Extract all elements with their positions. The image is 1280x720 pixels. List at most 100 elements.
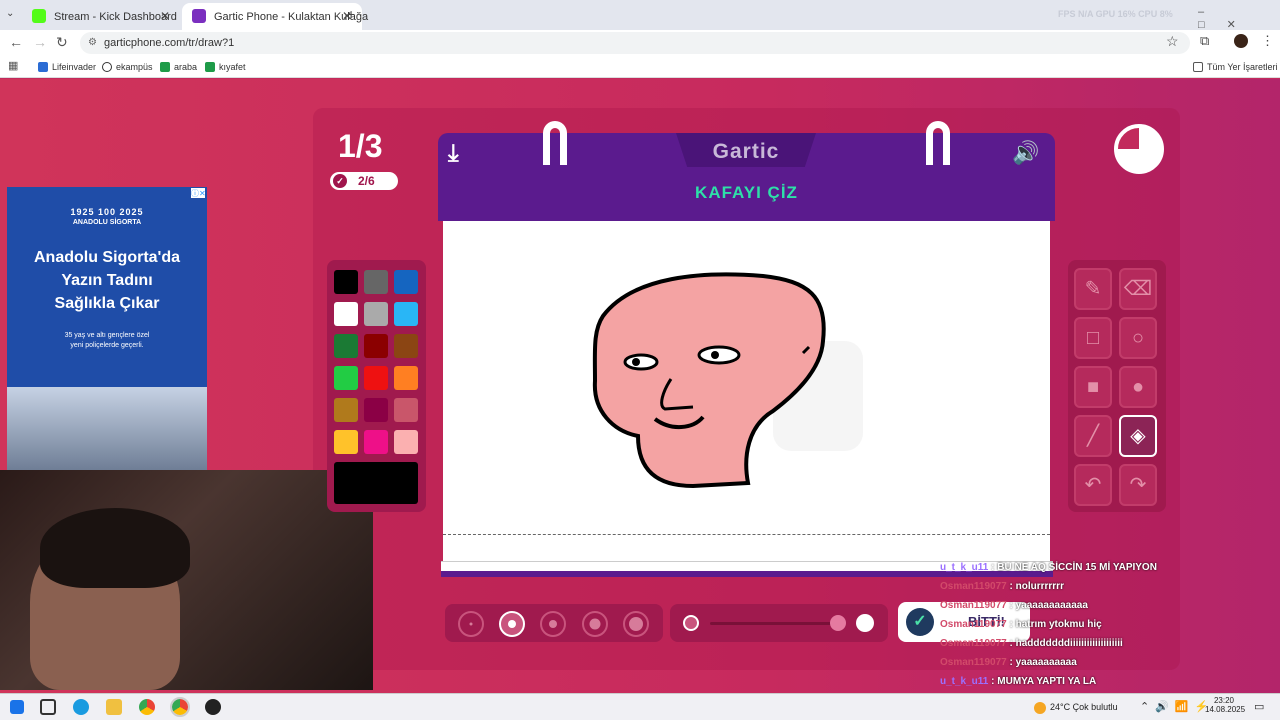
star-icon[interactable]: ☆ [1166, 33, 1179, 50]
ad-headline-line: Sağlıkla Çıkar [54, 295, 160, 312]
check-icon: ✓ [333, 174, 347, 188]
tab-gartic[interactable]: Gartic Phone - Kulaktan Kulağa ✕ [182, 3, 368, 30]
window-controls[interactable]: –□✕ [1198, 6, 1280, 31]
notification-icon[interactable]: ▭ [1254, 700, 1264, 713]
explorer-icon[interactable] [106, 699, 122, 715]
gartic-favicon-icon [192, 9, 206, 23]
webcam-overlay [0, 470, 373, 690]
tray-icons[interactable]: ⌃🔊📶⚡ [1140, 700, 1214, 713]
opacity-slider[interactable] [670, 604, 888, 642]
chat-separator: : [1006, 600, 1016, 611]
bookmark-item[interactable]: ekampüs [102, 60, 153, 74]
chrome-icon[interactable] [139, 699, 155, 715]
ad-sub-line: yeni poliçelerde geçerli. [70, 342, 144, 349]
ad-headline-line: Anadolu Sigorta'da [33, 249, 181, 266]
ad-headline: Anadolu Sigorta'da Yazın Tadını Sağlıkla… [7, 246, 207, 315]
color-swatch[interactable] [394, 430, 418, 454]
start-icon[interactable] [10, 700, 24, 714]
new-tab-icon[interactable]: + [347, 6, 355, 22]
volume-icon[interactable]: 🔊 [1012, 140, 1039, 166]
color-swatch[interactable] [334, 302, 358, 326]
filled-ellipse-tool[interactable]: ● [1119, 366, 1157, 408]
forward-icon[interactable]: → [33, 34, 47, 50]
color-swatch[interactable] [364, 366, 388, 390]
color-swatch[interactable] [334, 334, 358, 358]
tab-search-icon[interactable]: ⌄ [6, 8, 14, 19]
eraser-tool[interactable]: ⌫ [1119, 268, 1157, 310]
pencil-tool[interactable]: ✎ [1074, 268, 1112, 310]
chat-text: MUMYA YAPTI YA LA [997, 676, 1097, 687]
clock-date: 14.08.2025 [1205, 705, 1246, 714]
color-swatch[interactable] [394, 334, 418, 358]
download-icon[interactable]: ⤓ [448, 140, 459, 168]
chat-username: Osman119077 [940, 581, 1007, 592]
weather-text[interactable]: 24°C Çok bulutlu [1050, 702, 1118, 712]
edge-icon[interactable] [73, 699, 89, 715]
chat-username: Osman119077 [940, 657, 1007, 668]
color-swatch[interactable] [334, 398, 358, 422]
task-view-icon[interactable] [40, 699, 56, 715]
color-swatch[interactable] [334, 270, 358, 294]
address-bar[interactable]: ⚙ garticphone.com/tr/draw?1 [80, 32, 1190, 54]
extensions-icon[interactable]: ⧉ [1200, 33, 1209, 49]
bookmark-item[interactable]: araba [160, 60, 197, 74]
clock[interactable]: 23:20 14.08.2025 [1205, 696, 1246, 714]
bookmark-label: ekampüs [116, 62, 153, 72]
round-counter: 1/3 [338, 128, 383, 164]
menu-icon[interactable]: ⋮ [1261, 33, 1274, 49]
brush-size-3[interactable] [540, 611, 566, 637]
chat-message: Osman119077 : yaaaaaaaaaaaa [940, 596, 1280, 615]
color-swatch[interactable] [364, 270, 388, 294]
brush-size-5[interactable] [623, 611, 649, 637]
avatar[interactable] [1234, 34, 1248, 48]
tab-kick[interactable]: Stream - Kick Dashboard ✕ [22, 3, 180, 30]
apps-icon[interactable]: ▦ [8, 59, 18, 72]
color-swatch[interactable] [364, 430, 388, 454]
color-swatch[interactable] [394, 302, 418, 326]
all-bookmarks[interactable]: Tüm Yer İşaretleri [1193, 60, 1278, 74]
color-swatch[interactable] [394, 366, 418, 390]
color-swatch[interactable] [394, 270, 418, 294]
redo-tool[interactable]: ↷ [1119, 464, 1157, 506]
filled-rect-tool[interactable]: ■ [1074, 366, 1112, 408]
brush-size-4[interactable] [582, 611, 608, 637]
slider-thumb[interactable] [830, 615, 846, 631]
rectangle-tool[interactable]: □ [1074, 317, 1112, 359]
chat-message: Osman119077 : yaaaaaaaaaa [940, 653, 1280, 672]
color-swatch[interactable] [364, 334, 388, 358]
color-swatch[interactable] [334, 366, 358, 390]
reload-icon[interactable]: ↻ [56, 34, 68, 51]
site-info-icon[interactable]: ⚙ [88, 32, 97, 54]
ellipse-tool[interactable]: ○ [1119, 317, 1157, 359]
drawing [592, 272, 863, 489]
advertisement[interactable]: 1925 100 2025 ANADOLU SİGORTA Anadolu Si… [7, 187, 207, 470]
bookmark-icon [102, 62, 112, 72]
chrome-active-icon[interactable] [170, 697, 190, 717]
line-tool[interactable]: ╱ [1074, 415, 1112, 457]
ad-close-icon[interactable]: ⓘ✕ [191, 188, 206, 198]
fill-bucket-tool[interactable]: ◈ [1119, 415, 1157, 457]
slider-track[interactable] [710, 622, 838, 625]
ad-headline-line: Yazın Tadını [61, 272, 153, 289]
color-swatch[interactable] [364, 302, 388, 326]
brush-size-2[interactable] [499, 611, 525, 637]
close-icon[interactable]: ✕ [160, 9, 170, 23]
bookmark-item[interactable]: kıyafet [205, 60, 246, 74]
color-swatch[interactable] [334, 430, 358, 454]
notebook-ring [543, 121, 567, 165]
back-icon[interactable]: ← [9, 34, 23, 50]
obs-icon[interactable] [205, 699, 221, 715]
players-done-text: 2/6 [358, 174, 375, 188]
ad-brand: ANADOLU SİGORTA [72, 219, 142, 226]
players-done-badge: ✓ 2/6 [330, 172, 398, 190]
color-swatch[interactable] [394, 398, 418, 422]
chat-username: Osman119077 [940, 619, 1007, 630]
brush-size-1[interactable] [458, 611, 484, 637]
color-swatch[interactable] [364, 398, 388, 422]
ad-logo: 1925 100 2025 [70, 207, 144, 217]
bookmark-label: araba [174, 62, 198, 72]
bookmark-item[interactable]: Lifeinvader [38, 60, 96, 74]
face-shape [592, 272, 826, 489]
undo-tool[interactable]: ↶ [1074, 464, 1112, 506]
drawing-canvas[interactable] [443, 221, 1050, 561]
